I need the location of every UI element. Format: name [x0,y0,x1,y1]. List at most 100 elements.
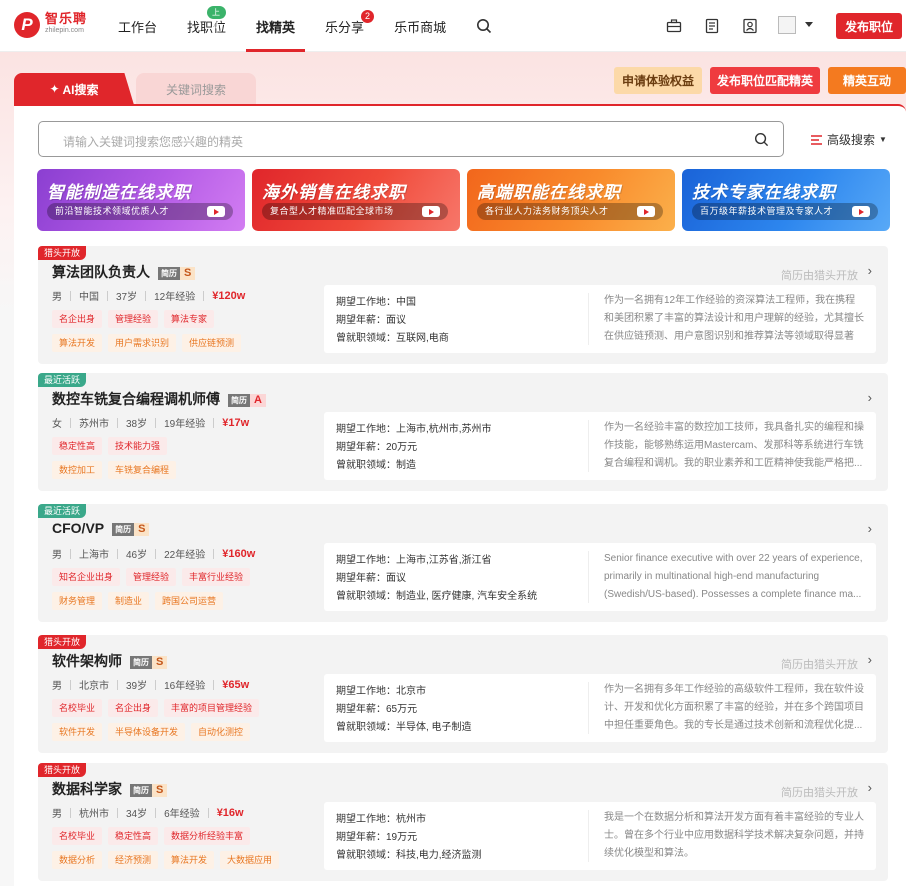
elite-interaction-button[interactable]: 精英互动 [828,67,906,94]
salary: ¥120w [212,289,246,302]
banner-overseas-sales[interactable]: 海外销售在线求职 复合型人才精准匹配全球市场 [252,169,460,231]
chevron-right-icon[interactable]: › [868,652,872,667]
banner-smart-manufacturing[interactable]: 智能制造在线求职 前沿智能技术领域优质人才 [37,169,245,231]
tag: 算法专家 [164,310,215,328]
tag: 名企出身 [108,699,159,717]
tab-keyword-search[interactable]: 关键词搜索 [136,73,256,105]
expected-salary: 期望年薪：面议 [336,315,406,326]
tags-row: 稳定性高 技术能力强 [52,437,292,455]
candidate-meta: 男 上海市 46岁 22年经验 ¥160w [52,547,256,562]
candidate-detail: 期望工作地：北京市 期望年薪：65万元 曾就职领域：半导体, 电子制造 作为一名… [324,674,876,742]
nav-workbench[interactable]: 工作台 [118,0,157,52]
salary: ¥17w [222,416,250,429]
tags-row: 数控加工 车铣复合编程 [52,461,292,479]
tags-row: 名企出身 管理经验 算法专家 [52,310,292,328]
status-badge: 猎头开放 [38,763,87,777]
tag: 稳定性高 [108,827,159,845]
expected-location: 期望工作地：上海市,江苏省,浙江省 [336,555,492,566]
open-status: 简历由猎头开放 [781,659,858,671]
tags-row: 数据分析 经济预测 算法开发 大数据应用 [52,851,292,869]
tag: 丰富行业经验 [182,568,251,586]
document-icon[interactable] [704,18,720,34]
candidate-title: 算法团队负责人 简历 S [52,262,196,282]
status-badge: 猎头开放 [38,635,87,649]
tag: 自动化测控 [191,723,251,741]
status-badge: 最近活跃 [38,373,87,387]
nav-find-jobs[interactable]: 上新 找职位 [187,0,227,52]
arrow-right-icon [422,206,440,217]
top-bar: P 智乐聘 zhilepin.com 工作台 上新 找职位 找精英 乐分享 2 乐币… [0,0,906,52]
caret-down-icon: ▼ [879,135,887,144]
candidate-title: 软件架构师 简历 S [52,651,168,671]
tag: 管理经验 [126,568,177,586]
resume-grade-badge: 简历 S [158,266,196,280]
apply-trial-button[interactable]: 申请体验权益 [614,67,702,94]
tag: 跨国公司运营 [155,592,224,610]
resume-grade-badge: 简历 S [130,783,168,797]
search-input[interactable]: 请输入关键词搜索您感兴趣的精英 [38,121,784,157]
avatar[interactable] [778,16,796,34]
logo[interactable]: P 智乐聘 zhilepin.com [14,12,87,38]
tag: 算法开发 [164,851,215,869]
tag: 用户需求识别 [108,334,177,352]
chevron-down-icon[interactable] [805,22,813,27]
search-placeholder: 请输入关键词搜索您感兴趣的精英 [63,135,244,149]
sparkle-icon: ✦ [49,82,60,96]
banner-tech-experts[interactable]: 技术专家在线求职 百万级年薪技术管理及专家人才 [682,169,890,231]
tag: 管理经验 [108,310,159,328]
expected-location: 期望工作地：上海市,杭州市,苏州市 [336,424,492,435]
chevron-right-icon[interactable]: › [868,390,872,405]
open-status: 简历由猎头开放 [781,787,858,799]
tags-row: 算法开发 用户需求识别 供应链预测 [52,334,292,352]
expected-salary: 期望年薪：面议 [336,573,406,584]
candidate-card[interactable]: 猎头开放软件架构师 简历 S 简历由猎头开放 › 男 北京市 39岁 16年经验 ¥65… [38,635,888,753]
tag: 知名企业出身 [52,568,121,586]
candidate-meta: 男 北京市 39岁 16年经验 ¥65w [52,678,250,693]
candidate-meta: 女 苏州市 38岁 19年经验 ¥17w [52,416,250,431]
tag: 数据分析 [52,851,103,869]
candidate-card[interactable]: 猎头开放 数据科学家 简历 S 简历由猎头开放 › 男 杭州市 34岁 6年经验 ¥16w… [38,763,888,881]
expected-location: 期望工作地：杭州市 [336,814,426,825]
chevron-right-icon[interactable]: › [868,263,872,278]
expected-salary: 期望年薪：65万元 [336,704,418,715]
contact-card-icon[interactable] [742,18,758,34]
tag: 数控加工 [52,461,103,479]
logo-name: 智乐聘 [45,11,88,26]
publish-job-button[interactable]: 发布职位 [836,13,902,39]
candidate-card[interactable]: 猎头开放 算法团队负责人 简历 S 简历由猎头开放 › 男 中国 37岁 12年经验 ¥1… [38,246,888,364]
expected-salary: 期望年薪：19万元 [336,832,418,843]
salary: ¥65w [222,678,250,691]
publish-match-button[interactable]: 发布职位匹配精英 [710,67,820,94]
tags-row: 名校毕业 名企出身 丰富的项目管理经验 [52,699,292,717]
advanced-search-toggle[interactable]: 高级搜索 ▼ [811,131,887,148]
search-icon[interactable] [476,0,492,52]
tag: 半导体设备开发 [108,723,186,741]
previous-domain: 曾就职领域：制造业, 医疗健康, 汽车安全系统 [336,591,538,602]
candidate-card[interactable]: 最近活跃 数控车铣复合编程调机师傅 简历 A › 女 苏州市 38岁 19年经验 ¥17… [38,373,888,491]
nav-share[interactable]: 乐分享 2 [325,0,375,52]
filter-icon [811,134,822,145]
tags-row: 知名企业出身 管理经验 丰富行业经验 [52,568,292,586]
candidate-detail: 期望工作地：杭州市 期望年薪：19万元 曾就职领域：科技,电力,经济监测 我是一… [324,802,876,870]
candidate-card[interactable]: 最近活跃 CFO/VP 简历 S › 男 上海市 46岁 22年经验 ¥160w 知名企业… [38,504,888,622]
candidate-detail: 期望工作地：上海市,杭州市,苏州市 期望年薪：20万元 曾就职领域：制造 作为一… [324,412,876,480]
tags-row: 财务管理 制造业 跨国公司运营 [52,592,292,610]
banner-senior-functions[interactable]: 高端职能在线求职 各行业人力法务财务顶尖人才 [467,169,675,231]
nav-find-elite[interactable]: 找精英 [246,0,306,52]
salary: ¥16w [216,806,244,819]
tab-ai-search[interactable]: ✦ AI搜索 [14,73,134,105]
logo-domain: zhilepin.com [45,27,84,34]
briefcase-icon[interactable] [666,18,682,34]
tag: 财务管理 [52,592,103,610]
status-badge: 最近活跃 [38,504,87,518]
chevron-right-icon[interactable]: › [868,780,872,795]
chevron-right-icon[interactable]: › [868,521,872,536]
resume-grade-badge: 简历 A [228,393,266,407]
candidate-meta: 男 中国 37岁 12年经验 ¥120w [52,289,246,304]
search-icon[interactable] [754,132,769,147]
open-status: 简历由猎头开放 [781,270,858,282]
tag: 车铣复合编程 [108,461,177,479]
candidate-meta: 男 杭州市 34岁 6年经验 ¥16w [52,806,244,821]
candidate-summary: 作为一名经验丰富的数控加工技师，我具备扎实的编程和操作技能，能够熟练运用Mast… [604,422,864,469]
nav-coin-mall[interactable]: 乐币商城 [394,0,446,52]
